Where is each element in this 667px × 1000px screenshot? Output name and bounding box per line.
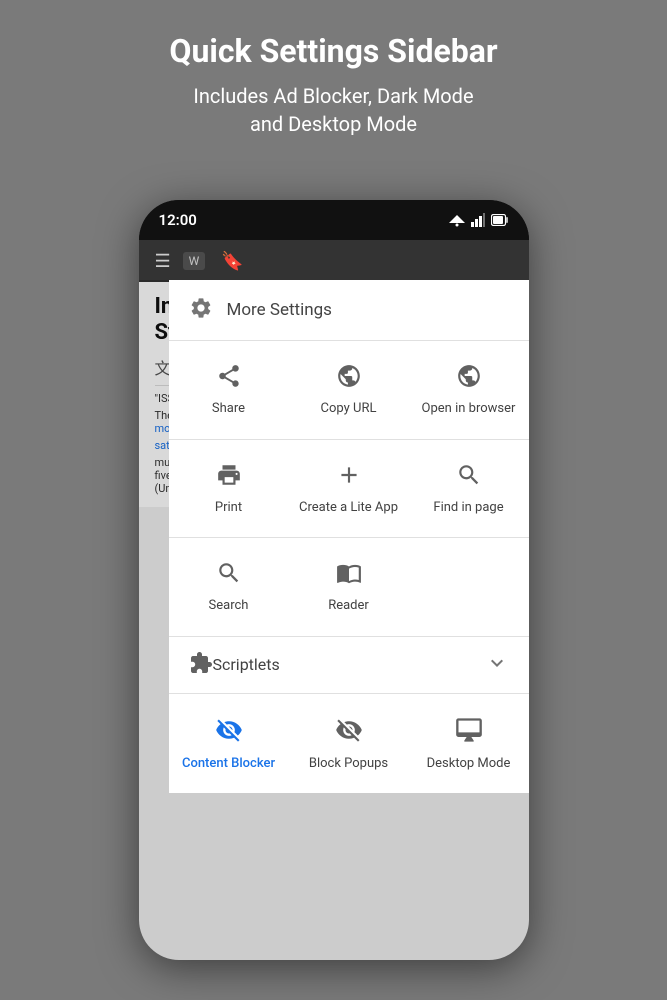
menu-item-content-blocker[interactable]: Content Blocker <box>169 702 289 786</box>
menu-item-find-in-page[interactable]: Find in page <box>409 448 529 530</box>
signal-icon <box>471 213 485 227</box>
menu-item-block-popups[interactable]: Block Popups <box>289 702 409 786</box>
menu-item-print[interactable]: Print <box>169 448 289 530</box>
header-section: Quick Settings Sidebar Includes Ad Block… <box>0 0 667 158</box>
reader-label: Reader <box>328 598 369 614</box>
menu-row-1: Share Copy URL Ope <box>169 341 529 440</box>
browser-bg: ☰ W 🔖 Inte Stat 文A "ISS" re... (disamb) … <box>139 240 529 960</box>
menu-item-reader[interactable]: Reader <box>289 546 409 628</box>
desktop-mode-label: Desktop Mode <box>427 756 511 772</box>
bookmark-bar: ☰ W 🔖 <box>139 240 529 282</box>
block-popups-icon <box>335 716 363 748</box>
search-label: Search <box>209 598 249 614</box>
print-icon <box>216 462 242 492</box>
block-popups-label: Block Popups <box>309 756 388 772</box>
content-blocker-label: Content Blocker <box>182 756 275 772</box>
menu-row-2: Print Create a Lite App <box>169 440 529 539</box>
gear-icon <box>189 296 213 324</box>
globe-icon-1 <box>336 363 362 393</box>
find-in-page-label: Find in page <box>433 500 503 516</box>
wifi-icon <box>449 213 465 227</box>
phone-frame: 12:00 ☰ <box>139 200 529 960</box>
globe-icon-2 <box>456 363 482 393</box>
menu-item-create-lite-app[interactable]: Create a Lite App <box>289 448 409 530</box>
plus-icon <box>336 462 362 492</box>
desktop-mode-icon <box>455 716 483 748</box>
print-label: Print <box>215 500 242 516</box>
chevron-down-icon <box>485 651 509 679</box>
menu-header[interactable]: More Settings <box>169 280 529 341</box>
status-bar: 12:00 <box>139 200 529 240</box>
menu-item-desktop-mode[interactable]: Desktop Mode <box>409 702 529 786</box>
search-icon-1 <box>456 462 482 492</box>
share-label: Share <box>212 401 245 417</box>
page-subtitle: Includes Ad Blocker, Dark Modeand Deskto… <box>40 82 627 138</box>
menu-item-share[interactable]: Share <box>169 349 289 431</box>
settings-menu: More Settings Share <box>169 280 529 793</box>
hamburger-icon[interactable]: ☰ <box>155 251 171 272</box>
book-icon <box>336 560 362 590</box>
time-display: 12:00 <box>159 211 197 229</box>
menu-item-open-browser[interactable]: Open in browser <box>409 349 529 431</box>
content-blocker-icon <box>215 716 243 748</box>
copy-url-label: Copy URL <box>321 401 377 417</box>
battery-icon <box>491 214 509 226</box>
scriptlets-label: Scriptlets <box>213 655 485 674</box>
menu-item-search[interactable]: Search <box>169 546 289 628</box>
page-title: Quick Settings Sidebar <box>40 32 627 70</box>
search-icon-2 <box>216 560 242 590</box>
status-icons <box>449 213 509 227</box>
create-lite-app-label: Create a Lite App <box>299 500 398 516</box>
scriptlets-row[interactable]: Scriptlets <box>169 637 529 694</box>
share-icon <box>216 363 242 393</box>
bookmark-star-icon[interactable]: 🔖 <box>221 251 243 272</box>
menu-row-bottom: Content Blocker Block Popups <box>169 694 529 794</box>
menu-header-label: More Settings <box>227 300 332 320</box>
menu-item-copy-url[interactable]: Copy URL <box>289 349 409 431</box>
puzzle-icon <box>189 651 213 679</box>
open-browser-label: Open in browser <box>422 401 516 417</box>
tab-text: W <box>183 252 206 270</box>
menu-row-3: Search Reader <box>169 538 529 637</box>
